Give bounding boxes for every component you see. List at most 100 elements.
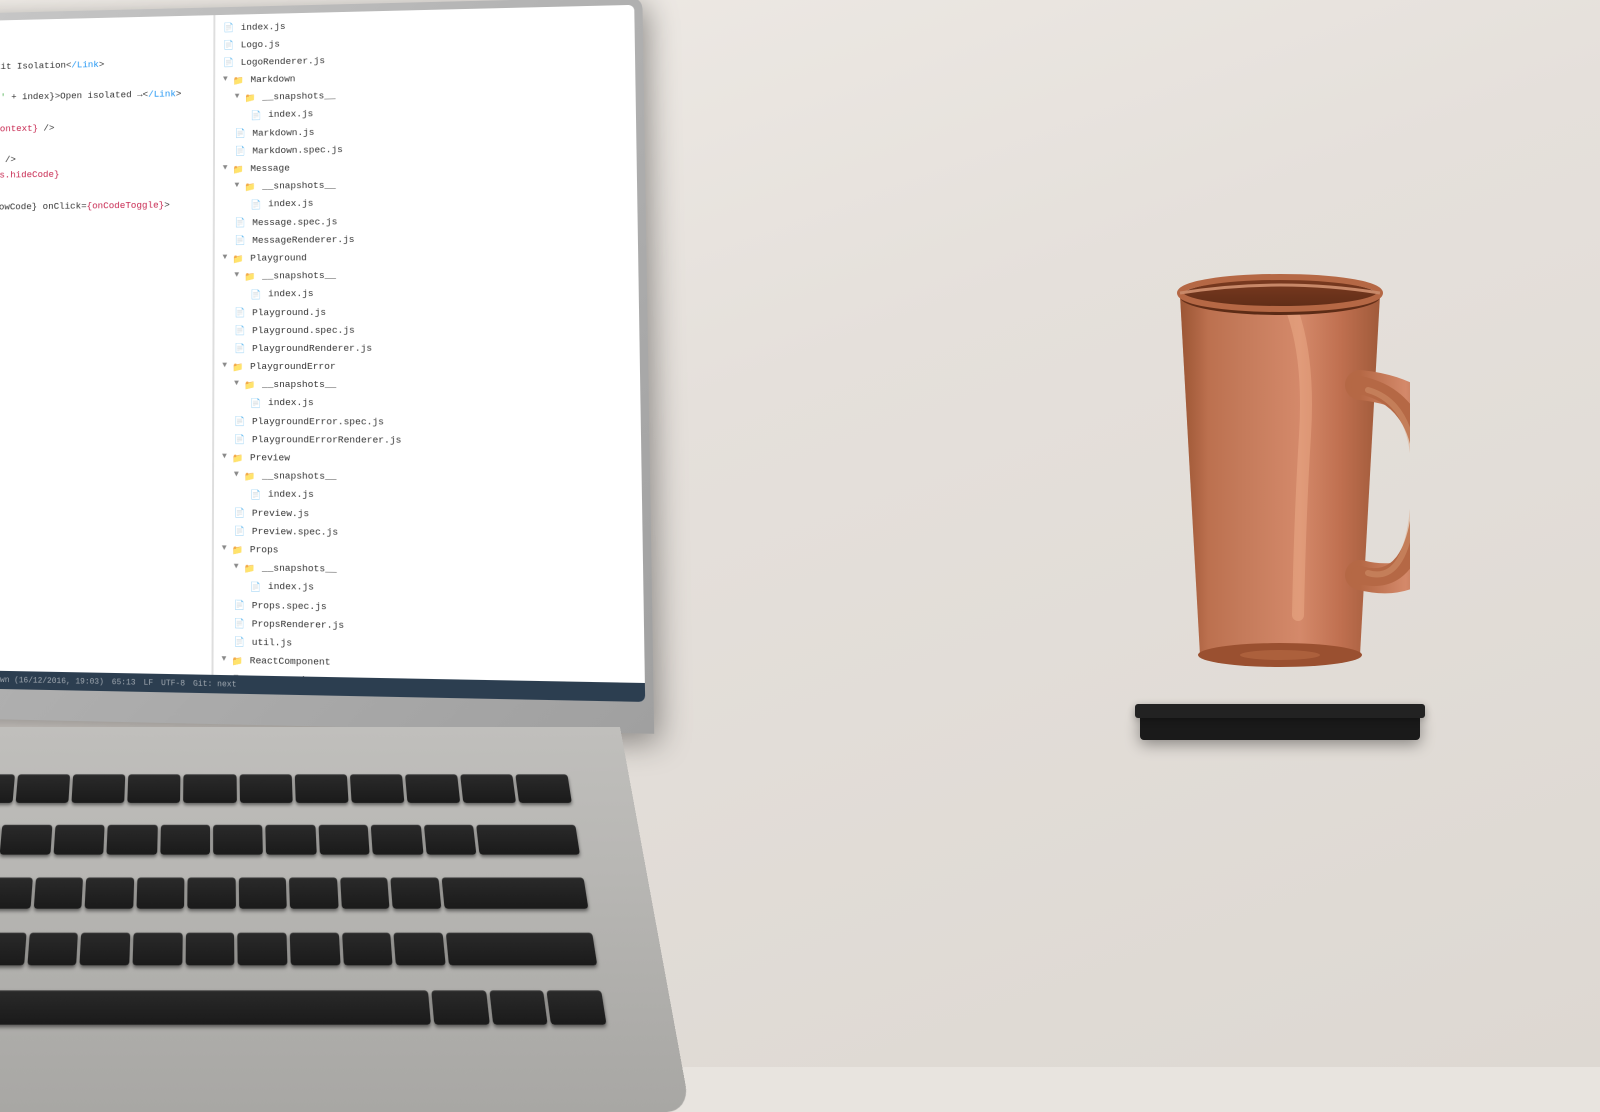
arrow-icon: ▼ (235, 92, 243, 105)
folder-snapshots-pge[interactable]: ▼ 📁 __snapshots__ (214, 375, 640, 394)
file-icon: 📄 (235, 145, 249, 157)
file-icon: 📄 (234, 234, 248, 246)
key[interactable] (239, 877, 287, 908)
key[interactable] (266, 825, 317, 855)
folder-icon: 📁 (232, 361, 246, 373)
file-name: Logo.js (241, 37, 280, 53)
folder-icon: 📁 (232, 654, 246, 667)
file-name: PlaygroundErrorRenderer.js (252, 432, 402, 448)
key[interactable] (476, 825, 580, 855)
folder-icon: 📁 (244, 562, 258, 574)
folder-name: __snapshots__ (262, 377, 336, 392)
file-icon: 📄 (234, 217, 248, 229)
file-name: Message.spec.js (252, 214, 337, 230)
file-name: util.js (252, 635, 292, 651)
file-name: Props.spec.js (252, 597, 327, 614)
key[interactable] (350, 775, 405, 804)
coffee-scene (1090, 160, 1470, 740)
key[interactable] (72, 775, 126, 804)
folder-name: Message (250, 161, 289, 176)
key[interactable] (342, 932, 393, 965)
key[interactable] (27, 932, 78, 965)
folder-name: ReactComponent (250, 653, 331, 670)
file-tree-panel: 📄 index.js 📄 Logo.js 📄 LogoRenderer.js ▼ (213, 5, 645, 702)
file-icon: 📄 (235, 127, 249, 139)
key[interactable] (340, 877, 390, 908)
tree-item: 📄 index.js (215, 283, 639, 304)
file-name: MessageRenderer.js (252, 232, 354, 248)
key[interactable] (85, 877, 134, 908)
key[interactable] (16, 775, 71, 804)
key[interactable] (133, 932, 183, 965)
key[interactable] (289, 877, 338, 908)
tree-item: 📄 PlaygroundErrorRenderer.js (214, 430, 641, 450)
status-position: 65:13 (112, 678, 136, 688)
folder-icon: 📁 (244, 379, 258, 391)
file-icon: 📄 (234, 415, 248, 427)
key[interactable] (188, 877, 236, 908)
key[interactable] (80, 932, 130, 965)
file-name: index.js (268, 196, 313, 212)
key[interactable] (185, 932, 234, 965)
key[interactable] (391, 877, 441, 908)
spacebar-key[interactable] (0, 990, 431, 1024)
file-icon: 📄 (234, 636, 248, 648)
key[interactable] (53, 825, 104, 855)
key[interactable] (0, 825, 52, 855)
key[interactable] (34, 877, 84, 908)
file-name: Playground.js (252, 304, 326, 319)
arrow-icon: ▼ (223, 163, 231, 176)
folder-name: Preview (250, 450, 290, 465)
key[interactable] (290, 932, 340, 965)
key[interactable] (441, 877, 588, 908)
key-row-5 (0, 980, 608, 1035)
file-icon: 📄 (234, 433, 248, 445)
key[interactable] (0, 775, 15, 804)
folder-name: Playground (250, 250, 307, 266)
key[interactable] (394, 932, 446, 965)
folder-icon: 📁 (232, 252, 246, 264)
file-icon: 📄 (234, 617, 248, 629)
key[interactable] (318, 825, 370, 855)
key[interactable] (0, 932, 26, 965)
arrow-icon: ▼ (222, 654, 230, 667)
key[interactable] (405, 775, 460, 804)
key-row-3 (0, 868, 590, 918)
key[interactable] (547, 990, 607, 1024)
key[interactable] (160, 825, 210, 855)
key[interactable] (446, 932, 597, 965)
tree-item: 📄 Playground.spec.js (214, 320, 639, 340)
folder-playground-error[interactable]: ▼ 📁 PlaygroundError (214, 357, 640, 376)
screen-bezel: nk>) name}← Exit Isolation</Link> name +… (0, 5, 645, 702)
key[interactable] (213, 825, 263, 855)
key[interactable] (239, 775, 292, 804)
key[interactable] (431, 990, 489, 1024)
key[interactable] (238, 932, 288, 965)
key[interactable] (107, 825, 158, 855)
arrow-icon: ▼ (235, 180, 243, 193)
folder-name: __snapshots__ (262, 561, 337, 577)
key[interactable] (128, 775, 181, 804)
arrow-icon: ▼ (234, 270, 242, 283)
key[interactable] (371, 825, 423, 855)
file-icon: 📄 (234, 599, 248, 611)
key[interactable] (489, 990, 548, 1024)
keyboard (0, 766, 608, 1034)
file-name: Playground.spec.js (252, 322, 355, 338)
file-name: index.js (268, 395, 314, 410)
file-icon: 📄 (234, 306, 248, 318)
key[interactable] (294, 775, 348, 804)
status-build: build: Markdown (16/12/2016, 19:03) (0, 674, 104, 686)
keyboard-area: MacBook Pro (0, 727, 690, 1112)
file-name: index.js (268, 487, 314, 503)
key[interactable] (515, 775, 572, 804)
arrow-icon: ▼ (234, 378, 242, 391)
key[interactable] (184, 775, 237, 804)
arrow-icon: ▼ (234, 470, 242, 483)
key[interactable] (460, 775, 516, 804)
key[interactable] (136, 877, 184, 908)
folder-preview[interactable]: ▼ 📁 Preview (214, 449, 641, 469)
code-line: lasses.showCode} onClick={onCodeToggle}> (0, 197, 213, 216)
key[interactable] (424, 825, 477, 855)
key[interactable] (0, 877, 33, 908)
